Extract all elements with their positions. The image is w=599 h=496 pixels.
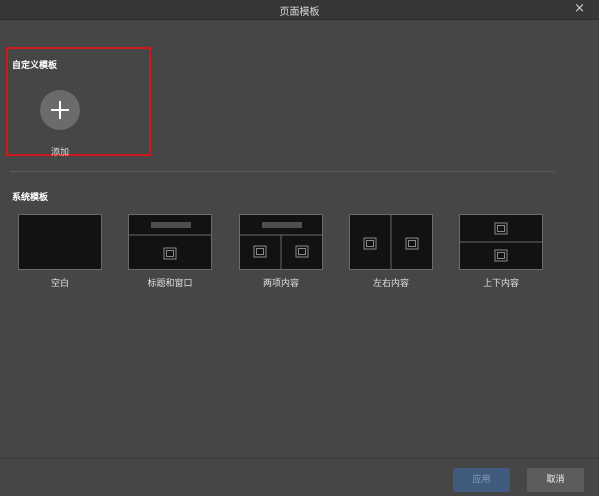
template-left-right-label: 左右内容 xyxy=(372,279,409,289)
add-template-button[interactable] xyxy=(40,90,80,130)
dialog-title: 页面模板 xyxy=(279,7,320,18)
template-blank-label: 空白 xyxy=(50,279,69,289)
footer-divider xyxy=(0,458,599,459)
template-two-items[interactable] xyxy=(239,214,323,270)
apply-button[interactable]: 应用 xyxy=(453,468,510,492)
template-title-window-label: 标题和窗口 xyxy=(147,279,193,289)
section-divider xyxy=(10,171,555,172)
system-templates-heading: 系统模板 xyxy=(12,193,49,203)
template-title-window[interactable] xyxy=(128,214,212,270)
template-two-items-label: 两项内容 xyxy=(262,279,299,289)
blank-thumbnail-icon xyxy=(19,215,101,269)
cancel-button[interactable]: 取消 xyxy=(527,468,584,492)
template-left-right[interactable] xyxy=(349,214,433,270)
top-bottom-thumbnail-icon xyxy=(460,222,542,262)
title-window-thumbnail-icon xyxy=(129,222,211,260)
left-right-thumbnail-icon xyxy=(363,215,419,269)
two-items-thumbnail-icon xyxy=(240,222,322,269)
add-template-label: 添加 xyxy=(50,148,69,158)
template-top-bottom-label: 上下内容 xyxy=(482,279,519,289)
template-top-bottom[interactable] xyxy=(459,214,543,270)
dialog-titlebar: 页面模板 × xyxy=(0,0,599,20)
plus-icon-v xyxy=(59,101,61,119)
template-blank[interactable] xyxy=(18,214,102,270)
close-icon[interactable]: × xyxy=(574,1,585,17)
